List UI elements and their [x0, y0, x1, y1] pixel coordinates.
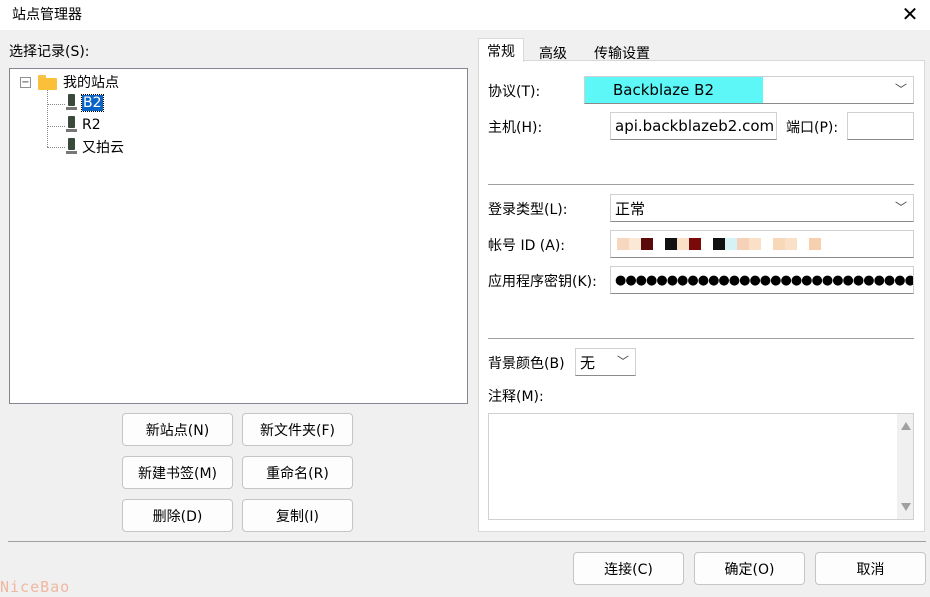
redaction-block	[785, 238, 797, 250]
chevron-down-icon: ﹀	[894, 82, 907, 97]
tree-expander-icon[interactable]: −	[20, 77, 31, 88]
new-site-button[interactable]: 新站点(N)	[122, 413, 233, 446]
copy-button[interactable]: 复制(I)	[242, 499, 353, 532]
redaction-block	[773, 238, 785, 250]
redaction-block	[641, 238, 653, 250]
tree-connector	[47, 126, 65, 127]
title-bar: 站点管理器 ✕	[0, 0, 930, 30]
logon-type-value: 正常	[615, 199, 646, 218]
redaction-block	[689, 238, 701, 250]
background-color-select[interactable]: 无 ﹀	[575, 348, 636, 376]
tree-site-label: 又拍云	[82, 140, 124, 156]
scroll-down-icon[interactable]	[901, 503, 911, 511]
watermark: NiceBao	[0, 578, 71, 596]
background-color-value: 无	[580, 353, 596, 372]
port-label: 端口(P):	[786, 120, 839, 136]
new-bookmark-button[interactable]: 新建书签(M)	[122, 456, 233, 489]
server-icon	[66, 138, 77, 156]
scroll-up-icon[interactable]	[901, 422, 911, 430]
connect-button[interactable]: 连接(C)	[573, 552, 684, 585]
folder-icon	[38, 74, 57, 90]
tree-site-label: R2	[82, 117, 101, 133]
footer-divider	[8, 541, 926, 542]
redaction-block	[713, 238, 725, 250]
comments-label: 注释(M):	[488, 389, 544, 405]
redaction-block	[749, 238, 761, 250]
tree-site-upyun[interactable]: 又拍云	[66, 137, 124, 157]
redaction-block	[809, 238, 821, 250]
host-label: 主机(H):	[488, 120, 543, 136]
background-color-label: 背景颜色(B)	[488, 356, 565, 372]
account-id-label: 帐号 ID (A):	[488, 238, 566, 254]
ok-button[interactable]: 确定(O)	[694, 552, 805, 585]
rename-button[interactable]: 重命名(R)	[242, 456, 353, 489]
tree-site-label: B2	[81, 94, 104, 112]
tree-site-b2[interactable]: B2	[66, 93, 104, 113]
close-icon[interactable]: ✕	[898, 2, 922, 26]
server-icon	[66, 94, 77, 112]
tree-connector	[47, 90, 48, 147]
server-icon	[66, 116, 77, 134]
tab-advanced[interactable]: 高级	[530, 40, 576, 66]
tab-general[interactable]: 常规	[478, 38, 524, 62]
comments-textarea[interactable]	[488, 413, 914, 520]
chevron-down-icon: ﹀	[616, 354, 629, 369]
new-folder-button[interactable]: 新文件夹(F)	[242, 413, 353, 446]
host-input[interactable]: api.backblazeb2.com	[610, 112, 777, 140]
logon-type-select[interactable]: 正常 ﹀	[610, 194, 914, 222]
delete-button[interactable]: 删除(D)	[122, 499, 233, 532]
tree-connector	[47, 104, 65, 105]
protocol-value: Backblaze B2	[585, 77, 763, 103]
tree-root-my-sites[interactable]: 我的站点	[38, 72, 119, 92]
redaction-block	[617, 238, 629, 250]
cancel-button[interactable]: 取消	[815, 552, 926, 585]
tree-site-r2[interactable]: R2	[66, 115, 101, 135]
divider	[488, 184, 914, 185]
redaction-block	[701, 238, 713, 250]
tab-transfer-settings[interactable]: 传输设置	[586, 40, 658, 66]
comments-scrollbar[interactable]	[897, 414, 913, 519]
tree-root-label: 我的站点	[63, 75, 119, 91]
redaction-block	[737, 238, 749, 250]
logon-type-label: 登录类型(L):	[488, 202, 568, 218]
tree-connector	[47, 147, 65, 148]
redaction-block	[797, 238, 809, 250]
port-input[interactable]	[847, 112, 914, 140]
app-key-label: 应用程序密钥(K):	[488, 274, 597, 290]
app-key-input[interactable]: ●●●●●●●●●●●●●●●●●●●●●●●●●●●●●●●●●	[610, 266, 914, 294]
redaction-block	[653, 238, 665, 250]
window-title: 站点管理器	[12, 7, 82, 23]
redaction-block	[677, 238, 689, 250]
redaction-block	[629, 238, 641, 250]
select-entry-label: 选择记录(S):	[9, 44, 90, 60]
protocol-select[interactable]: Backblaze B2 ﹀	[584, 76, 914, 104]
site-tree[interactable]: − 我的站点 B2 R2 又拍云	[9, 68, 468, 404]
redaction-block	[761, 238, 773, 250]
redaction-block	[665, 238, 677, 250]
protocol-label: 协议(T):	[488, 84, 541, 100]
redaction-block	[725, 238, 737, 250]
redacted-value	[617, 238, 821, 250]
divider	[488, 338, 914, 339]
account-id-input[interactable]	[610, 230, 914, 258]
chevron-down-icon: ﹀	[894, 200, 907, 215]
